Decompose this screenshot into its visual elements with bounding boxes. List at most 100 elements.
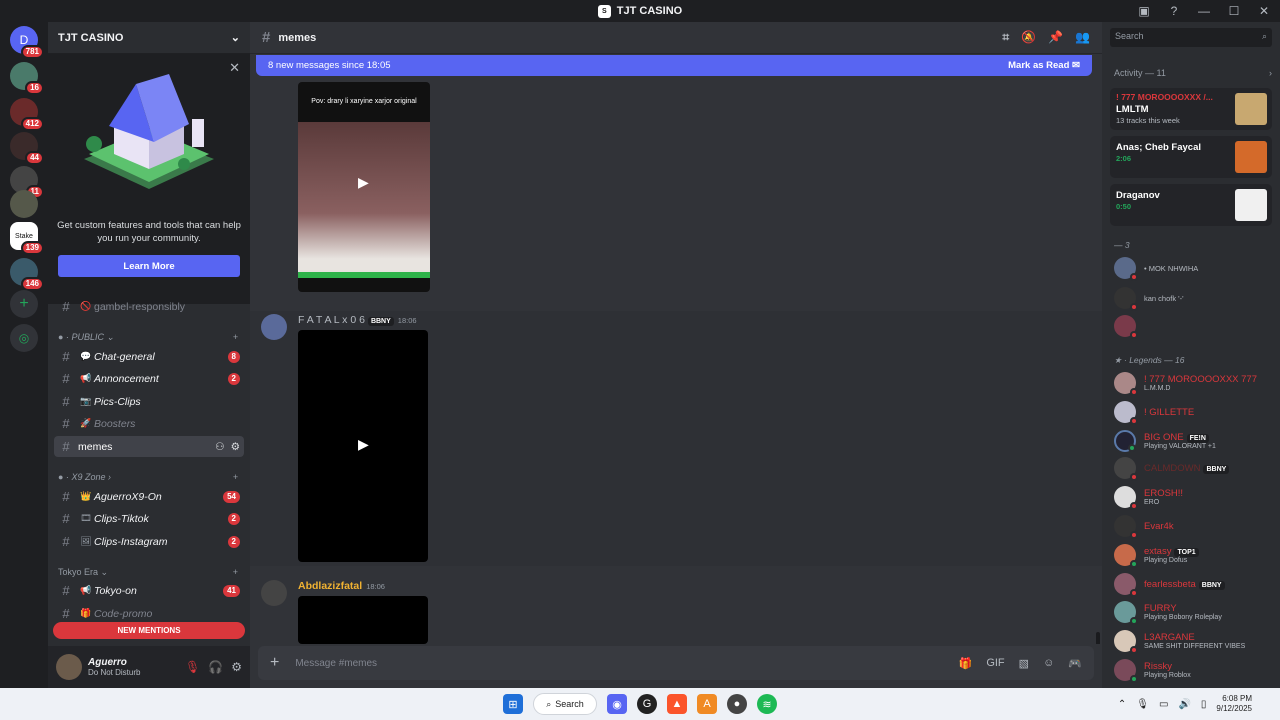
video-attachment[interactable]: ▶ [298, 330, 428, 562]
video-attachment[interactable] [298, 596, 428, 644]
member-row[interactable]: fearlessbeta BBNY [1114, 572, 1274, 597]
sticker-icon[interactable]: ▧ [1019, 657, 1029, 670]
brave-icon[interactable]: ▲ [667, 694, 687, 714]
member-row[interactable]: ! 777 MOROOOOXXX 777 L.M.M.D [1114, 371, 1274, 396]
server-header[interactable]: TJT CASINO ⌄ [48, 22, 250, 54]
battery-icon[interactable]: ▯ [1201, 699, 1207, 710]
discover-icon[interactable]: ◎ [10, 324, 38, 352]
member-row[interactable]: extasy TOP1 Playing Dofus [1114, 543, 1274, 568]
game-icon[interactable]: 🎮 [1068, 657, 1082, 670]
windows-start-icon[interactable]: ⊞ [503, 694, 523, 714]
invite-icon[interactable]: ⚇ [215, 441, 224, 453]
app-icon[interactable]: G [637, 694, 657, 714]
message-author[interactable]: F A T A L x 0 6 BBNY 18:06 [298, 314, 417, 326]
inbox-icon[interactable]: ▣ [1136, 3, 1152, 19]
emoji-icon[interactable]: ☺ [1043, 657, 1054, 670]
network-icon[interactable]: ▭ [1159, 699, 1168, 710]
member-row[interactable]: Rissky Playing Roblox [1114, 658, 1274, 683]
channel-code-promo[interactable]: # 🎁 Code-promo [54, 603, 244, 624]
category-public[interactable]: ● · PUBLIC ⌄ + [58, 332, 238, 343]
app-icon[interactable]: A [697, 694, 717, 714]
app-icon[interactable]: ● [727, 694, 747, 714]
member-row[interactable]: EROSH!! ERO [1114, 485, 1274, 510]
member-row[interactable]: BIG ONE FE!N Playing VALORANT +1 [1114, 429, 1274, 453]
bell-muted-icon[interactable]: 🔕 [1021, 30, 1036, 45]
member-row[interactable]: ! GILLETTE [1114, 400, 1274, 425]
message-author[interactable]: Abdlazizfatal 18:06 [298, 580, 385, 592]
mark-as-read-button[interactable]: Mark as Read ✉ [1008, 60, 1080, 71]
activity-header[interactable]: Activity — 11 › [1114, 68, 1272, 78]
video-attachment[interactable]: Pov: drary li xaryine xarjor original ▶ [298, 82, 430, 292]
avatar[interactable] [261, 314, 287, 340]
new-mentions-button[interactable]: NEW MENTIONS [53, 622, 245, 639]
close-button[interactable]: ✕ [1256, 3, 1272, 19]
channel-pics-clips[interactable]: # 📷 Pics-Clips [54, 391, 244, 412]
member-row[interactable]: • MOK NHWIHA [1114, 256, 1274, 281]
add-channel-icon[interactable]: + [233, 567, 238, 578]
server-icon[interactable]: 16 [10, 62, 44, 95]
member-row[interactable]: L3ARGANE SAME SHIT DIFFERENT VIBES [1114, 629, 1274, 654]
learn-more-button[interactable]: Learn More [58, 255, 240, 277]
chevron-up-icon[interactable]: ⌃ [1118, 699, 1126, 710]
avatar[interactable] [56, 654, 82, 680]
discord-app-icon[interactable]: ◉ [607, 694, 627, 714]
channel-aguerrox9[interactable]: # 👑 AguerroX9-On 54 [54, 486, 244, 507]
search-input[interactable]: Search ⌕ [1110, 28, 1272, 47]
taskbar-search[interactable]: ⌕ Search [533, 693, 597, 715]
member-row[interactable]: kan chofk '-' [1114, 286, 1274, 311]
members-icon[interactable]: 👥 [1075, 30, 1090, 45]
new-messages-banner[interactable]: 8 new messages since 18:05 Mark as Read … [256, 55, 1092, 76]
avatar [1114, 544, 1138, 568]
server-icon[interactable] [10, 190, 38, 218]
channel-tokyo-on[interactable]: # 📢 Tokyo-on 41 [54, 580, 244, 601]
member-row[interactable]: CALMDOWN BBNY [1114, 456, 1274, 481]
server-icon[interactable]: 146 [10, 258, 44, 291]
threads-icon[interactable]: ⌗ [1002, 30, 1009, 45]
gear-icon[interactable]: ⚙ [231, 660, 242, 674]
channel-chat-general[interactable]: # 💬 Chat-general 8 [54, 346, 244, 367]
gif-icon[interactable]: GIF [986, 657, 1004, 670]
server-icon[interactable]: 44 [10, 132, 44, 165]
close-icon[interactable]: ✕ [229, 60, 240, 76]
minimize-button[interactable]: — [1196, 3, 1212, 19]
avatar[interactable] [261, 580, 287, 606]
message-input[interactable]: Message #memes [295, 658, 377, 669]
window-titlebar: S TJT CASINO ▣ ? — ☐ ✕ [0, 0, 1280, 22]
add-server-icon[interactable]: + [10, 290, 38, 318]
gift-icon[interactable]: 🎁 [959, 657, 973, 670]
pin-icon[interactable]: 📌 [1048, 30, 1063, 45]
activity-card[interactable]: Anas; Cheb Faycal 2:06 [1110, 136, 1272, 178]
clock[interactable]: 6:08 PM 9/12/2025 [1216, 694, 1252, 714]
mic-icon[interactable]: 🎙 [1136, 699, 1149, 710]
volume-icon[interactable]: 🔊 [1178, 699, 1190, 710]
activity-card[interactable]: ! 777 MOROOOOXXX /... LMLTM 13 tracks th… [1110, 88, 1272, 130]
plus-icon[interactable]: + [270, 654, 279, 672]
member-row[interactable] [1114, 314, 1274, 339]
direct-messages-icon[interactable]: D 781 [10, 26, 44, 59]
channel-boosters[interactable]: # 🚀 Boosters [54, 413, 244, 434]
gear-icon[interactable]: ⚙ [231, 441, 240, 453]
maximize-button[interactable]: ☐ [1226, 3, 1242, 19]
add-channel-icon[interactable]: + [233, 332, 238, 343]
server-icon-stake[interactable]: Stake 139 [10, 222, 44, 255]
channel-memes[interactable]: # memes ⚇ ⚙ [54, 436, 244, 457]
member-row[interactable]: Evar4k [1114, 514, 1274, 539]
add-channel-icon[interactable]: + [233, 472, 238, 482]
help-icon[interactable]: ? [1166, 3, 1182, 19]
scrollbar[interactable] [1096, 632, 1100, 644]
activity-card[interactable]: Draganov 0:50 [1110, 184, 1272, 226]
server-icon[interactable]: 412 [10, 98, 44, 131]
category-tokyo-era[interactable]: Tokyo Era ⌄ + [58, 567, 238, 578]
play-icon[interactable]: ▶ [358, 174, 369, 191]
spotify-icon[interactable]: ≋ [757, 694, 777, 714]
mic-muted-icon[interactable]: 🎙 [185, 660, 200, 674]
play-icon[interactable]: ▶ [358, 436, 369, 453]
channel-clips-instagram[interactable]: # 🖼 Clips-Instagram 2 [54, 531, 244, 552]
member-row[interactable]: FURRY Playing Bobony Roleplay [1114, 600, 1274, 625]
message-composer[interactable]: + Message #memes 🎁 GIF ▧ ☺ 🎮 [258, 646, 1094, 680]
headphones-muted-icon[interactable]: 🎧 [208, 660, 223, 674]
channel-gambel[interactable]: # 🚫 gambel-responsibly [54, 296, 244, 317]
channel-clips-tiktok[interactable]: # 🎞 Clips-Tiktok 2 [54, 508, 244, 529]
channel-annoncement[interactable]: # 📢 Annoncement 2 [54, 368, 244, 389]
category-x9-zone[interactable]: ● · X9 Zone › + [58, 472, 238, 482]
